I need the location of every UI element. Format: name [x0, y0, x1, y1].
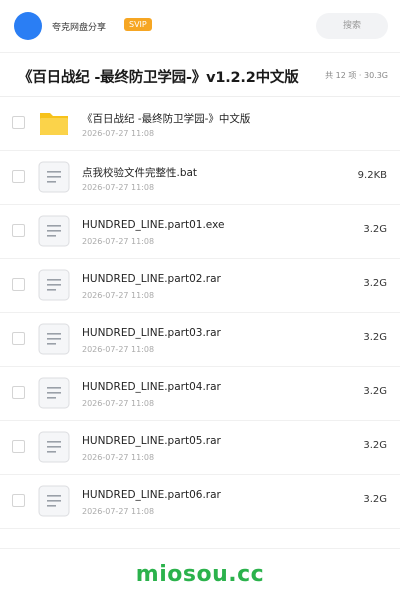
file-row[interactable]: 《百日战纪 -最终防卫学园-》中文版 2026-07-27 11:08: [0, 97, 400, 151]
file-size: 3.2G: [363, 386, 387, 397]
document-icon: [38, 431, 70, 463]
avatar[interactable]: [14, 12, 42, 40]
file-name: 点我校验文件完整性.bat: [82, 167, 198, 179]
file-checkbox[interactable]: [12, 116, 25, 129]
file-checkbox[interactable]: [12, 440, 25, 453]
file-size: 3.2G: [363, 440, 387, 451]
file-name: HUNDRED_LINE.part02.rar: [82, 273, 221, 285]
file-date: 2026-07-27 11:08: [82, 129, 155, 138]
file-checkbox[interactable]: [12, 170, 25, 183]
share-title: 《百日战纪 -最终防卫学园-》v1.2.2中文版: [18, 70, 299, 86]
file-size: 9.2KB: [357, 170, 387, 181]
file-size: 3.2G: [363, 278, 387, 289]
file-size: 3.2G: [363, 332, 387, 343]
document-icon: [38, 215, 70, 247]
document-icon: [38, 269, 70, 301]
file-name: HUNDRED_LINE.part01.exe: [82, 219, 225, 231]
file-checkbox[interactable]: [12, 278, 25, 291]
divider: [0, 548, 400, 549]
file-row[interactable]: HUNDRED_LINE.part05.rar 2026-07-27 11:08 3…: [0, 421, 400, 475]
document-icon: [38, 161, 70, 193]
file-name: HUNDRED_LINE.part06.rar: [82, 489, 221, 501]
file-checkbox[interactable]: [12, 332, 25, 345]
file-row[interactable]: HUNDRED_LINE.part01.exe 2026-07-27 11:08 3…: [0, 205, 400, 259]
file-row[interactable]: HUNDRED_LINE.part02.rar 2026-07-27 11:08 3…: [0, 259, 400, 313]
share-title-row: 《百日战纪 -最终防卫学园-》v1.2.2中文版 共 12 项 · 30.3G: [0, 58, 400, 92]
search-button[interactable]: 搜索: [316, 13, 388, 39]
file-date: 2026-07-27 11:08: [82, 507, 155, 516]
file-checkbox[interactable]: [12, 386, 25, 399]
file-checkbox[interactable]: [12, 224, 25, 237]
file-row[interactable]: HUNDRED_LINE.part06.rar 2026-07-27 11:08 3…: [0, 475, 400, 529]
file-size: 3.2G: [363, 224, 387, 235]
document-icon: [38, 485, 70, 517]
file-date: 2026-07-27 11:08: [82, 399, 155, 408]
folder-icon: [38, 107, 70, 139]
share-meta: 共 12 项 · 30.3G: [325, 71, 388, 80]
file-name: HUNDRED_LINE.part04.rar: [82, 381, 221, 393]
file-date: 2026-07-27 11:08: [82, 237, 155, 246]
vip-badge: SVIP: [124, 18, 152, 31]
watermark-text: miosou.cc: [135, 562, 265, 587]
username: 夸克网盘分享: [52, 23, 107, 33]
file-date: 2026-07-27 11:08: [82, 453, 155, 462]
file-name: 《百日战纪 -最终防卫学园-》中文版: [82, 113, 251, 125]
header: 夸克网盘分享 SVIP 搜索: [0, 0, 400, 52]
document-icon: [38, 377, 70, 409]
file-size: 3.2G: [363, 494, 387, 505]
file-row[interactable]: 点我校验文件完整性.bat 2026-07-27 11:08 9.2KB: [0, 151, 400, 205]
file-name: HUNDRED_LINE.part03.rar: [82, 327, 221, 339]
file-date: 2026-07-27 11:08: [82, 183, 155, 192]
file-row[interactable]: HUNDRED_LINE.part04.rar 2026-07-27 11:08 3…: [0, 367, 400, 421]
file-date: 2026-07-27 11:08: [82, 345, 155, 354]
document-icon: [38, 323, 70, 355]
file-row[interactable]: HUNDRED_LINE.part03.rar 2026-07-27 11:08 3…: [0, 313, 400, 367]
divider: [0, 52, 400, 53]
file-date: 2026-07-27 11:08: [82, 291, 155, 300]
file-name: HUNDRED_LINE.part05.rar: [82, 435, 221, 447]
row-divider: [0, 528, 400, 529]
file-checkbox[interactable]: [12, 494, 25, 507]
